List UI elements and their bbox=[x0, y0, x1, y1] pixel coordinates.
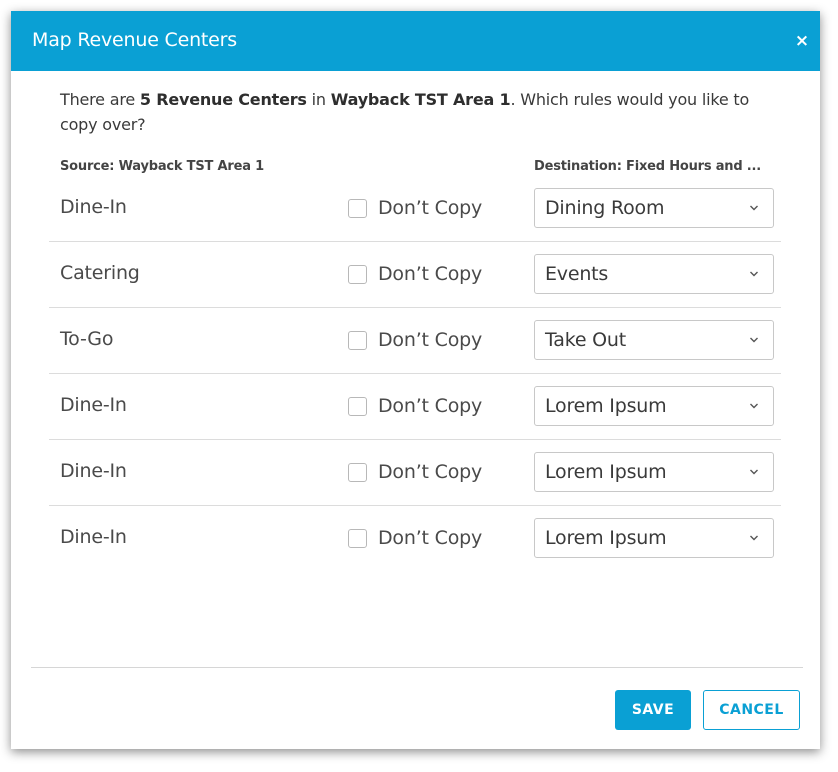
chevron-down-icon bbox=[750, 469, 758, 475]
destination-select[interactable]: Lorem Ipsum bbox=[534, 452, 774, 492]
source-revenue-center: Dine-In bbox=[60, 394, 127, 416]
cancel-button[interactable]: CANCEL bbox=[703, 690, 800, 730]
dialog-header: Map Revenue Centers × bbox=[11, 11, 820, 71]
chevron-down-icon bbox=[750, 535, 758, 541]
dont-copy-checkbox[interactable] bbox=[348, 462, 367, 482]
chevron-down-icon bbox=[750, 205, 758, 211]
dont-copy-toggle[interactable]: Don’t Copy bbox=[348, 524, 482, 552]
destination-select[interactable]: Take Out bbox=[534, 320, 774, 360]
chevron-down-icon bbox=[750, 337, 758, 343]
mapping-row: Catering Don’t Copy Events bbox=[49, 242, 781, 308]
dont-copy-toggle[interactable]: Don’t Copy bbox=[348, 260, 482, 288]
source-revenue-center: To-Go bbox=[60, 328, 114, 350]
source-revenue-center: Catering bbox=[60, 262, 140, 284]
mapping-row: Dine-In Don’t Copy Lorem Ipsum bbox=[49, 506, 781, 572]
destination-column-header: Destination: Fixed Hours and ... bbox=[534, 159, 762, 174]
dont-copy-label: Don’t Copy bbox=[378, 461, 483, 483]
dont-copy-label: Don’t Copy bbox=[378, 197, 483, 219]
close-icon: × bbox=[794, 31, 810, 51]
dont-copy-toggle[interactable]: Don’t Copy bbox=[348, 392, 482, 420]
source-revenue-center: Dine-In bbox=[60, 460, 127, 482]
destination-value: Take Out bbox=[545, 329, 627, 351]
mapping-row: Dine-In Don’t Copy Dining Room bbox=[49, 176, 781, 242]
intro-middle: in bbox=[306, 90, 331, 109]
dont-copy-checkbox[interactable] bbox=[348, 198, 367, 218]
footer-divider bbox=[31, 667, 803, 668]
mapping-row: Dine-In Don’t Copy Lorem Ipsum bbox=[49, 440, 781, 506]
save-button[interactable]: SAVE bbox=[615, 690, 691, 730]
destination-select[interactable]: Events bbox=[534, 254, 774, 294]
dialog-title: Map Revenue Centers bbox=[32, 29, 237, 51]
intro-area: Wayback TST Area 1 bbox=[330, 90, 511, 109]
intro-text: There are 5 Revenue Centers in Wayback T… bbox=[60, 87, 760, 137]
dont-copy-toggle[interactable]: Don’t Copy bbox=[348, 194, 482, 222]
destination-value: Lorem Ipsum bbox=[545, 527, 667, 549]
dont-copy-label: Don’t Copy bbox=[378, 329, 483, 351]
destination-value: Lorem Ipsum bbox=[545, 395, 667, 417]
mapping-row: To-Go Don’t Copy Take Out bbox=[49, 308, 781, 374]
destination-value: Lorem Ipsum bbox=[545, 461, 667, 483]
chevron-down-icon bbox=[750, 271, 758, 277]
dont-copy-label: Don’t Copy bbox=[378, 263, 483, 285]
intro-count: 5 Revenue Centers bbox=[139, 90, 307, 109]
chevron-down-icon bbox=[750, 403, 758, 409]
dont-copy-label: Don’t Copy bbox=[378, 527, 483, 549]
source-revenue-center: Dine-In bbox=[60, 196, 127, 218]
destination-select[interactable]: Dining Room bbox=[534, 188, 774, 228]
source-revenue-center: Dine-In bbox=[60, 526, 127, 548]
dont-copy-checkbox[interactable] bbox=[348, 396, 367, 416]
map-revenue-centers-dialog: Map Revenue Centers × There are 5 Revenu… bbox=[11, 11, 820, 749]
mapping-row: Dine-In Don’t Copy Lorem Ipsum bbox=[49, 374, 781, 440]
close-button[interactable]: × bbox=[792, 30, 812, 52]
dont-copy-checkbox[interactable] bbox=[348, 528, 367, 548]
dont-copy-label: Don’t Copy bbox=[378, 395, 483, 417]
destination-value: Events bbox=[545, 263, 609, 285]
dont-copy-toggle[interactable]: Don’t Copy bbox=[348, 458, 482, 486]
dont-copy-checkbox[interactable] bbox=[348, 264, 367, 284]
destination-select[interactable]: Lorem Ipsum bbox=[534, 518, 774, 558]
destination-select[interactable]: Lorem Ipsum bbox=[534, 386, 774, 426]
destination-value: Dining Room bbox=[545, 197, 665, 219]
source-column-header: Source: Wayback TST Area 1 bbox=[60, 159, 264, 174]
intro-prefix: There are bbox=[60, 90, 140, 109]
dont-copy-checkbox[interactable] bbox=[348, 330, 367, 350]
dont-copy-toggle[interactable]: Don’t Copy bbox=[348, 326, 482, 354]
